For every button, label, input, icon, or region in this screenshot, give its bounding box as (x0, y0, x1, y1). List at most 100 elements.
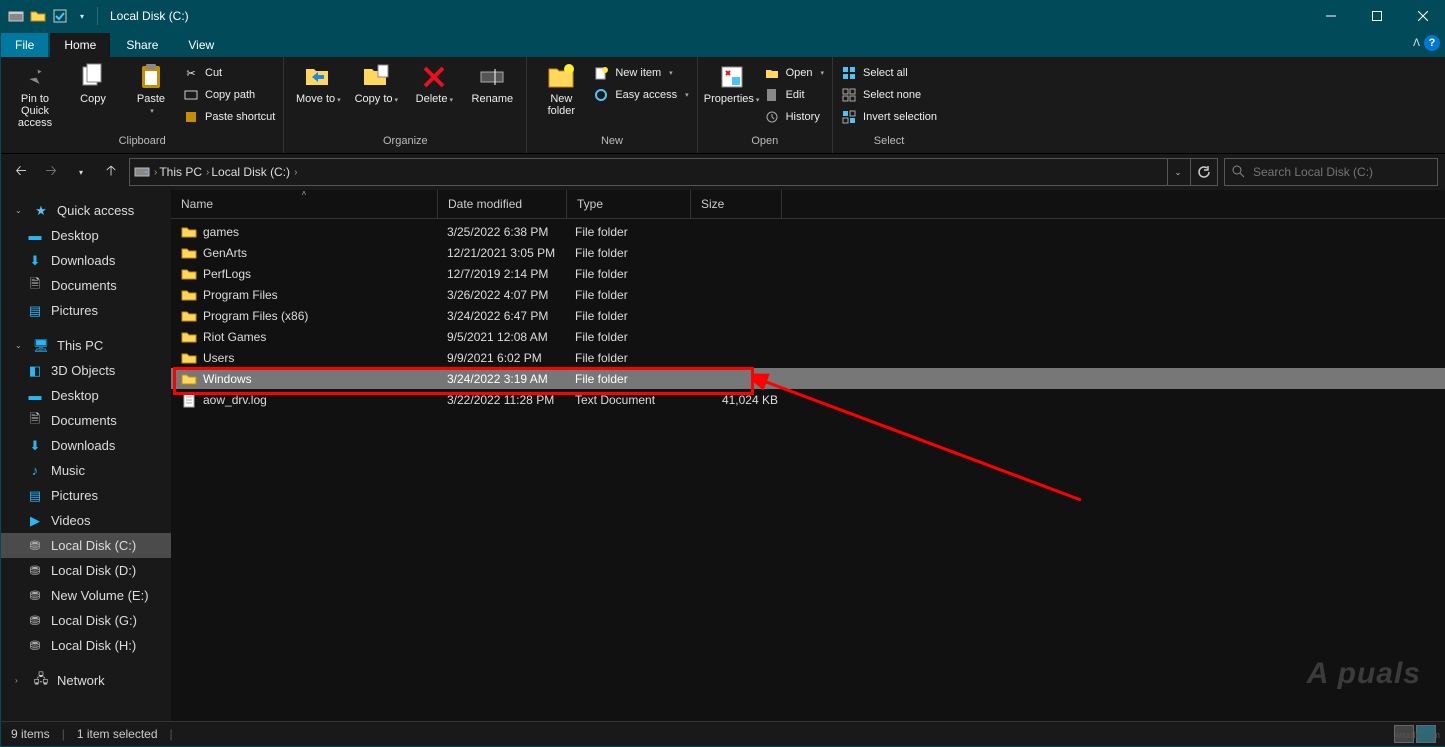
qat-folder-icon[interactable] (29, 7, 47, 25)
folder-icon (181, 329, 197, 345)
drive-icon: ⛃ (27, 613, 43, 629)
sidebar-item-quick-access[interactable]: ⌄★Quick access (1, 198, 171, 223)
sidebar-item-downloads-2[interactable]: ⬇Downloads (1, 433, 171, 458)
file-row[interactable]: GenArts12/21/2021 3:05 PMFile folder (171, 242, 1445, 263)
history-button[interactable]: History (764, 107, 824, 127)
file-row[interactable]: Program Files3/26/2022 4:07 PMFile folde… (171, 284, 1445, 305)
edit-button[interactable]: Edit (764, 85, 824, 105)
status-selected-count: 1 item selected (77, 727, 158, 741)
documents-icon: 🗎 (27, 278, 43, 294)
file-row[interactable]: Riot Games9/5/2021 12:08 AMFile folder (171, 326, 1445, 347)
sidebar-item-documents-2[interactable]: 🗎Documents (1, 408, 171, 433)
column-size[interactable]: Size (691, 190, 782, 218)
sidebar-item-network[interactable]: ›🖧Network (1, 668, 171, 693)
pin-to-quick-access-button[interactable]: Pin to Quick access (9, 61, 61, 129)
help-icon[interactable]: ? (1424, 35, 1440, 51)
paste-shortcut-icon (183, 109, 199, 125)
new-item-button[interactable]: New item▾ (593, 63, 688, 83)
sidebar-item-pictures-2[interactable]: ▤Pictures (1, 483, 171, 508)
rename-button[interactable]: Rename (466, 61, 518, 105)
sidebar-item-documents[interactable]: 🗎Documents (1, 273, 171, 298)
file-type: File folder (565, 351, 688, 365)
paste-shortcut-button[interactable]: Paste shortcut (183, 107, 275, 127)
ribbon-group-clipboard: Pin to Quick access Copy Paste ▾ ✂Cut Co… (1, 57, 284, 153)
copy-path-button[interactable]: Copy path (183, 85, 275, 105)
qat-checkbox-icon[interactable] (51, 7, 69, 25)
open-button[interactable]: Open▾ (764, 63, 824, 83)
copy-to-button[interactable]: Copy to▾ (350, 61, 402, 107)
file-row[interactable]: Users 9/9/2021 6:02 PMFile folder (171, 347, 1445, 368)
properties-button[interactable]: Properties▾ (706, 61, 758, 107)
star-icon: ★ (33, 203, 49, 219)
file-date: 3/24/2022 3:19 AM (437, 372, 565, 386)
breadcrumb[interactable]: › This PC› Local Disk (C:)› ⌄ (129, 158, 1218, 186)
back-button[interactable]: 🡠 (9, 160, 33, 184)
file-date: 3/24/2022 6:47 PM (437, 309, 565, 323)
ribbon-group-organize: Move to▾ Copy to▾ Delete▾ Rename Organiz… (284, 57, 527, 153)
maximize-button[interactable] (1354, 1, 1400, 31)
sidebar-item-drive-d[interactable]: ⛃Local Disk (D:) (1, 558, 171, 583)
tab-file[interactable]: File (1, 33, 48, 57)
search-box[interactable] (1224, 158, 1438, 186)
sidebar-item-3d-objects[interactable]: ◧3D Objects (1, 358, 171, 383)
sidebar-item-desktop[interactable]: ▬Desktop (1, 223, 171, 248)
tab-share[interactable]: Share (112, 33, 172, 57)
sidebar-item-drive-g[interactable]: ⛃Local Disk (G:) (1, 608, 171, 633)
file-type: File folder (565, 246, 688, 260)
close-button[interactable] (1400, 1, 1445, 31)
tab-view[interactable]: View (174, 33, 228, 57)
column-name[interactable]: ˄Name (171, 190, 438, 218)
sidebar-item-desktop-2[interactable]: ▬Desktop (1, 383, 171, 408)
search-icon (1231, 164, 1245, 181)
ribbon-tabs: File Home Share View ᐱ ? (1, 31, 1445, 57)
refresh-button[interactable] (1190, 159, 1217, 185)
minimize-ribbon-icon[interactable]: ᐱ (1413, 38, 1420, 49)
window-title: Local Disk (C:) (110, 9, 189, 23)
file-date: 9/9/2021 6:02 PM (437, 351, 565, 365)
column-type[interactable]: Type (567, 190, 691, 218)
sidebar-item-music[interactable]: ♪Music (1, 458, 171, 483)
file-row[interactable]: Program Files (x86)3/24/2022 6:47 PMFile… (171, 305, 1445, 326)
up-button[interactable]: 🡡 (99, 160, 123, 184)
search-input[interactable] (1251, 164, 1431, 180)
new-folder-button[interactable]: New folder (535, 61, 587, 117)
file-type: File folder (565, 225, 688, 239)
delete-button[interactable]: Delete▾ (408, 61, 460, 107)
invert-selection-button[interactable]: Invert selection (841, 107, 937, 127)
sidebar-item-drive-e[interactable]: ⛃New Volume (E:) (1, 583, 171, 608)
desktop-icon: ▬ (27, 388, 43, 404)
new-item-icon (593, 65, 609, 81)
easy-access-button[interactable]: Easy access▾ (593, 85, 688, 105)
file-row[interactable]: PerfLogs12/7/2019 2:14 PMFile folder (171, 263, 1445, 284)
sidebar-item-pictures[interactable]: ▤Pictures (1, 298, 171, 323)
ribbon-group-select: Select all Select none Invert selection … (833, 57, 945, 153)
file-date: 9/5/2021 12:08 AM (437, 330, 565, 344)
breadcrumb-current[interactable]: Local Disk (C:) (211, 165, 290, 179)
file-name: Riot Games (203, 330, 266, 344)
paste-button[interactable]: Paste ▾ (125, 61, 177, 115)
copy-button[interactable]: Copy (67, 61, 119, 105)
file-row[interactable]: aow_drv.log3/22/2022 11:28 PMText Docume… (171, 389, 1445, 410)
column-date[interactable]: Date modified (438, 190, 567, 218)
sidebar-item-downloads[interactable]: ⬇Downloads (1, 248, 171, 273)
qat-dropdown-icon[interactable]: ▾ (73, 7, 91, 25)
sidebar-item-drive-c[interactable]: ⛃Local Disk (C:) (1, 533, 171, 558)
cut-button[interactable]: ✂Cut (183, 63, 275, 83)
file-row[interactable]: games3/25/2022 6:38 PMFile folder (171, 221, 1445, 242)
breadcrumb-root[interactable]: This PC (159, 165, 202, 179)
forward-button[interactable]: 🡢 (39, 160, 63, 184)
sidebar-item-videos[interactable]: ▶Videos (1, 508, 171, 533)
select-all-button[interactable]: Select all (841, 63, 937, 83)
file-name: Users (203, 351, 234, 365)
select-none-button[interactable]: Select none (841, 85, 937, 105)
breadcrumb-dropdown-icon[interactable]: ⌄ (1167, 159, 1188, 185)
file-row[interactable]: Windows3/24/2022 3:19 AMFile folder (171, 368, 1445, 389)
tab-home[interactable]: Home (50, 33, 110, 57)
sidebar-item-this-pc[interactable]: ⌄🖥This PC (1, 333, 171, 358)
sidebar-item-drive-h[interactable]: ⛃Local Disk (H:) (1, 633, 171, 658)
folder-icon (181, 266, 197, 282)
move-to-button[interactable]: Move to▾ (292, 61, 344, 107)
drive-icon: ⛃ (27, 563, 43, 579)
recent-dropdown[interactable]: ▾ (69, 160, 93, 184)
minimize-button[interactable] (1308, 1, 1354, 31)
